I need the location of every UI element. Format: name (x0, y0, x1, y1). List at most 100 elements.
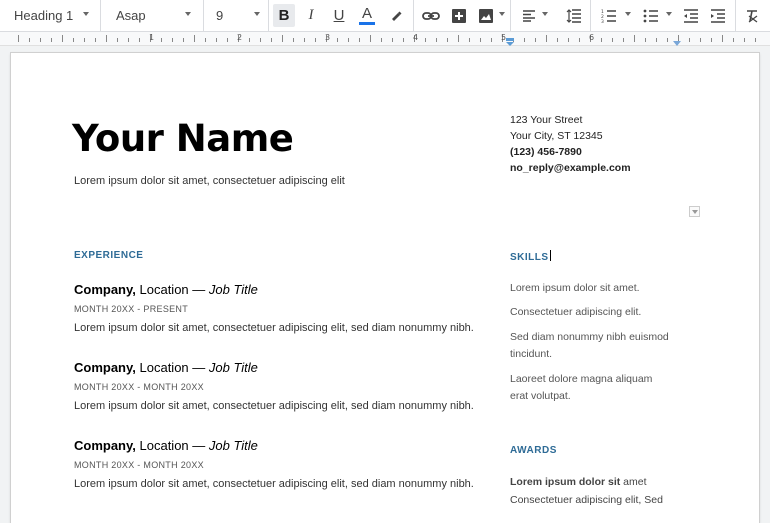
job-company: Company, (74, 282, 136, 297)
ruler-tick (568, 38, 569, 42)
bulleted-list-button[interactable] (640, 0, 662, 31)
line-spacing-button[interactable] (563, 0, 585, 31)
bold-button[interactable]: B (273, 4, 295, 27)
skill-item[interactable]: Laoreet dolore magna aliquam (510, 373, 652, 385)
award-rest-text: amet (620, 476, 647, 488)
ruler-tick (711, 38, 712, 42)
ruler-number: 2 (237, 33, 243, 42)
ruler-tick (733, 38, 734, 42)
underline-button[interactable]: U (328, 0, 350, 31)
indent-marker[interactable] (505, 34, 515, 46)
ruler[interactable]: 1 2 3 4 5 6 (0, 32, 770, 46)
job-title: Job Title (208, 360, 258, 375)
ruler-tick (84, 38, 85, 42)
job-dates[interactable]: MONTH 20XX - MONTH 20XX (74, 460, 204, 470)
ruler-tick (524, 38, 525, 42)
job-entry-title[interactable]: Company, Location — Job Title (74, 282, 258, 297)
insert-link-button[interactable] (420, 0, 442, 31)
insert-comment-button[interactable] (448, 0, 470, 31)
italic-button[interactable]: I (300, 0, 322, 31)
job-location: Location — (135, 438, 209, 453)
image-icon (479, 8, 493, 23)
ruler-tick (381, 38, 382, 42)
indent-marker-icon (506, 38, 514, 46)
job-entry-title[interactable]: Company, Location — Job Title (74, 438, 258, 453)
ruler-tick (139, 38, 140, 42)
text-cursor (549, 250, 551, 261)
experience-heading[interactable]: EXPERIENCE (74, 250, 143, 261)
contact-email[interactable]: no_reply@example.com (510, 162, 631, 174)
ruler-tick (293, 38, 294, 42)
align-button[interactable] (518, 0, 540, 31)
job-dates[interactable]: MONTH 20XX - MONTH 20XX (74, 382, 204, 392)
job-description[interactable]: Lorem ipsum dolor sit amet, consectetuer… (74, 322, 474, 334)
toolbar: Heading 1 Asap 9 B I U A 1 2 3 (0, 0, 770, 32)
chevron-down-icon (692, 210, 698, 214)
toolbar-divider (590, 0, 591, 31)
skill-item[interactable]: tincidunt. (510, 348, 552, 360)
ruler-tick (315, 38, 316, 42)
chevron-down-icon (666, 12, 672, 16)
skills-heading[interactable]: SKILLS (510, 250, 551, 263)
ruler-tick (535, 38, 536, 42)
insert-image-button[interactable] (475, 0, 497, 31)
highlight-button[interactable] (385, 0, 407, 31)
ruler-tick (392, 38, 393, 42)
ruler-tick (755, 38, 756, 42)
ruler-tick (40, 38, 41, 42)
ruler-tick (106, 35, 107, 42)
toolbar-divider (100, 0, 101, 31)
ruler-tick (612, 38, 613, 42)
ruler-tick (634, 35, 635, 42)
ruler-tick (183, 38, 184, 42)
job-company: Company, (74, 438, 136, 453)
ruler-tick (161, 38, 162, 42)
award-item[interactable]: Lorem ipsum dolor sit amet (510, 476, 647, 488)
layout-dropdown-handle[interactable] (689, 206, 700, 217)
svg-text:3: 3 (601, 19, 604, 23)
right-indent-marker-icon (673, 41, 681, 46)
add-comment-icon (452, 8, 466, 23)
numbered-list-icon: 123 (601, 9, 616, 23)
toolbar-divider (203, 0, 204, 31)
ruler-tick (95, 38, 96, 42)
award-item[interactable]: Consectetuer adipiscing elit, Sed (510, 494, 663, 506)
skill-item[interactable]: erat volutpat. (510, 390, 571, 402)
toolbar-divider (510, 0, 511, 31)
paragraph-style-label: Heading 1 (14, 8, 74, 23)
ruler-tick (700, 38, 701, 42)
contact-city[interactable]: Your City, ST 12345 (510, 130, 603, 142)
contact-street[interactable]: 123 Your Street (510, 114, 582, 126)
ruler-tick (18, 35, 19, 42)
skill-item[interactable]: Consectetuer adipiscing elit. (510, 306, 641, 318)
clear-formatting-button[interactable] (741, 0, 763, 31)
job-dates[interactable]: MONTH 20XX - PRESENT (74, 304, 188, 314)
contact-phone[interactable]: (123) 456-7890 (510, 146, 582, 158)
increase-indent-button[interactable] (707, 0, 729, 31)
ruler-number: 1 (149, 33, 155, 42)
decrease-indent-button[interactable] (680, 0, 702, 31)
text-color-button[interactable]: A (355, 0, 379, 31)
ruler-tick (62, 35, 63, 42)
document-page[interactable]: Your Name Lorem ipsum dolor sit amet, co… (11, 53, 759, 523)
ruler-number: 6 (589, 33, 595, 42)
resume-tagline[interactable]: Lorem ipsum dolor sit amet, consectetuer… (74, 175, 345, 187)
align-left-icon (523, 9, 535, 22)
job-description[interactable]: Lorem ipsum dolor sit amet, consectetuer… (74, 400, 474, 412)
toolbar-divider (413, 0, 414, 31)
job-company: Company, (74, 360, 136, 375)
job-description[interactable]: Lorem ipsum dolor sit amet, consectetuer… (74, 478, 474, 490)
right-indent-marker[interactable] (672, 35, 682, 46)
skill-item[interactable]: Sed diam nonummy nibh euismod (510, 331, 669, 343)
job-entry-title[interactable]: Company, Location — Job Title (74, 360, 258, 375)
awards-heading[interactable]: AWARDS (510, 445, 557, 456)
numbered-list-button[interactable]: 123 (598, 0, 620, 31)
chevron-down-icon (254, 12, 260, 16)
ruler-tick (623, 38, 624, 42)
ruler-tick (227, 38, 228, 42)
ruler-tick (282, 35, 283, 42)
ruler-tick (271, 38, 272, 42)
ruler-tick (667, 38, 668, 42)
resume-name[interactable]: Your Name (72, 117, 294, 160)
skill-item[interactable]: Lorem ipsum dolor sit amet. (510, 282, 640, 294)
